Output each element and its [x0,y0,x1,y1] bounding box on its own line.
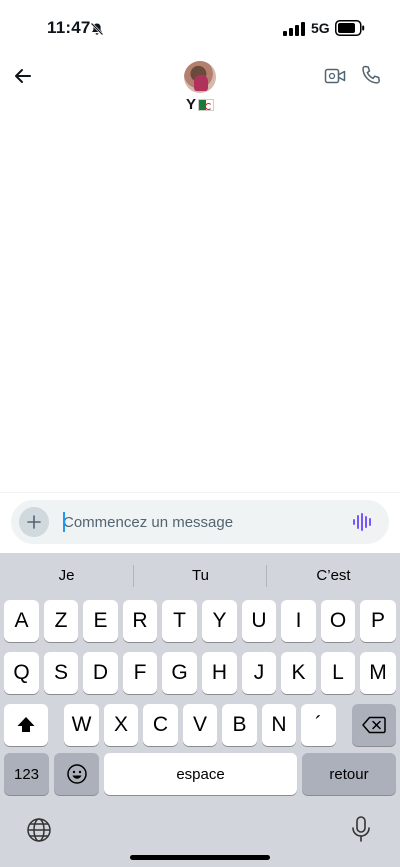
key-row2-0[interactable]: Q [4,652,39,694]
key-label: espace [176,765,225,783]
key-row1-7[interactable]: I [281,600,316,642]
key-row1-1[interactable]: Z [44,600,78,642]
key-label: 123 [13,765,40,783]
key-label: N [271,713,287,736]
key-label: I [295,609,302,632]
plus-icon [27,515,41,529]
key-label: retour [329,765,369,783]
key-row1-5[interactable]: Y [202,600,237,642]
key-row1-3[interactable]: R [123,600,157,642]
key-row3-6[interactable]: ´ [301,704,336,746]
key-label: Q [13,661,30,684]
home-indicator[interactable] [130,855,270,860]
status-time: 11:47 [47,18,91,37]
key-label: J [253,661,265,684]
key-label: F [133,661,147,684]
key-label: Y [212,609,227,632]
video-call-icon[interactable] [324,66,346,86]
voice-message-icon[interactable] [352,512,374,532]
key-row1-4[interactable]: T [162,600,197,642]
return-key[interactable]: retour [302,753,396,795]
key-row2-6[interactable]: J [242,652,276,694]
numbers-key[interactable]: 123 [4,753,49,795]
key-row2-3[interactable]: F [123,652,157,694]
keyboard: Je Tu C’est A Z E R T Y U I O P Q S D F … [0,553,400,867]
signal-icon [283,22,305,36]
key-row1-2[interactable]: E [83,600,118,642]
key-row3-3[interactable]: V [183,704,217,746]
contact-name: Y [185,96,196,113]
bell-muted-icon [90,22,104,36]
key-label: T [173,609,186,632]
key-label: Z [54,609,68,632]
key-label: W [71,713,92,736]
key-row2-1[interactable]: S [44,652,78,694]
key-label: U [251,609,267,632]
key-label: ´ [315,713,322,736]
key-row2-7[interactable]: K [281,652,316,694]
key-row3-4[interactable]: B [222,704,257,746]
key-label: O [329,609,347,632]
key-label: S [53,661,68,684]
contact-avatar[interactable] [184,61,216,93]
shift-key[interactable] [4,704,48,746]
contact-name-row[interactable]: Y [0,96,400,113]
suggestion-3[interactable]: C’est [267,567,400,584]
key-row3-0[interactable]: W [64,704,99,746]
add-media-button[interactable] [19,507,49,537]
backspace-key[interactable] [352,704,396,746]
key-row2-4[interactable]: G [162,652,197,694]
key-label: L [332,661,344,684]
key-label: M [369,661,387,684]
text-cursor [63,512,65,532]
key-row1-0[interactable]: A [4,600,39,642]
key-label: H [211,661,228,684]
status-bar: 11:47 5G [0,0,400,52]
suggestion-bar: Je Tu C’est [0,553,400,599]
emoji-icon [66,764,87,784]
network-type: 5G [311,20,330,36]
key-label: C [152,713,169,736]
algeria-flag-icon [198,99,214,111]
key-label: B [232,713,247,736]
key-row2-8[interactable]: L [321,652,355,694]
key-label: G [171,661,188,684]
backspace-icon [362,716,386,734]
suggestion-2[interactable]: Tu [134,567,267,584]
key-label: K [291,661,306,684]
emoji-key[interactable] [54,753,99,795]
key-row3-2[interactable]: C [143,704,178,746]
phone-icon[interactable] [360,64,382,86]
globe-icon[interactable] [26,817,52,843]
key-row2-2[interactable]: D [83,652,118,694]
suggestion-1[interactable]: Je [0,567,133,584]
key-label: A [14,609,29,632]
key-label: X [113,713,128,736]
key-row1-6[interactable]: U [242,600,276,642]
message-composer [11,500,389,544]
key-label: R [132,609,148,632]
back-arrow-icon[interactable] [10,63,36,89]
key-label: P [370,609,385,632]
battery-icon [335,20,365,36]
key-row2-5[interactable]: H [202,652,237,694]
key-row3-5[interactable]: N [262,704,296,746]
message-list[interactable] [0,125,400,490]
shift-icon [17,717,35,732]
key-label: D [92,661,109,684]
key-row2-9[interactable]: M [360,652,396,694]
key-label: V [192,713,207,736]
key-row1-8[interactable]: O [321,600,355,642]
message-input[interactable] [63,500,343,544]
composer-divider [0,492,400,493]
space-key[interactable]: espace [104,753,297,795]
key-row3-1[interactable]: X [104,704,138,746]
microphone-icon[interactable] [350,815,372,843]
key-label: E [93,609,108,632]
key-row1-9[interactable]: P [360,600,396,642]
